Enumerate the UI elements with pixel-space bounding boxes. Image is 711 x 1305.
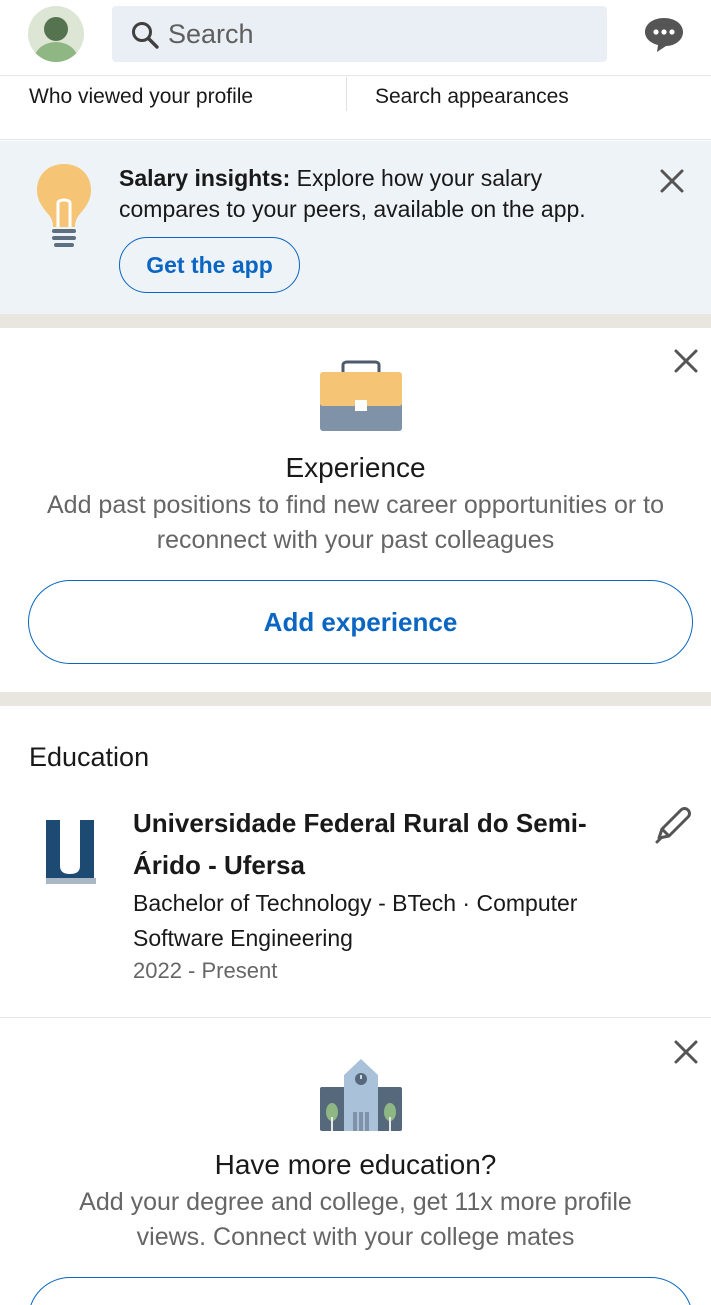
experience-description: Add past positions to find new career op… xyxy=(46,491,665,554)
close-icon[interactable] xyxy=(673,1039,699,1065)
degree-field: Bachelor of Technology - BTech · Compute… xyxy=(133,890,578,951)
add-education-button[interactable] xyxy=(28,1277,693,1305)
school-name[interactable]: Universidade Federal Rural do Semi-Árido… xyxy=(133,802,623,886)
add-experience-button[interactable]: Add experience xyxy=(28,580,693,664)
education-dates: 2022 - Present xyxy=(133,958,278,983)
education-section: Education Universidade Federal Rural do … xyxy=(0,706,711,1018)
experience-title: Experience xyxy=(285,452,426,483)
avatar-head xyxy=(44,17,68,41)
education-heading: Education xyxy=(29,742,150,772)
school-logo[interactable] xyxy=(42,818,98,886)
section-divider xyxy=(0,314,711,328)
profile-stats-row: Who viewed your profile Search appearanc… xyxy=(0,77,711,140)
section-divider xyxy=(0,692,711,706)
search-bar[interactable]: Search xyxy=(112,6,607,62)
stats-divider xyxy=(346,77,347,111)
more-education-title: Have more education? xyxy=(214,1149,497,1180)
more-education-description: Add your degree and college, get 11x mor… xyxy=(79,1188,632,1251)
close-icon[interactable] xyxy=(659,168,685,194)
search-placeholder: Search xyxy=(168,19,254,49)
briefcase-icon xyxy=(320,360,402,431)
salary-insights-text: Salary insights: Explore how your salary… xyxy=(119,163,649,225)
search-appearances-link[interactable]: Search appearances xyxy=(375,85,569,109)
pencil-icon[interactable] xyxy=(653,804,691,846)
salary-insights-title: Salary insights: xyxy=(119,165,291,191)
get-the-app-button[interactable]: Get the app xyxy=(119,237,300,293)
avatar[interactable] xyxy=(28,6,84,62)
search-icon xyxy=(132,22,159,49)
close-icon[interactable] xyxy=(673,348,699,374)
messaging-icon[interactable] xyxy=(643,16,685,54)
more-education-card: Have more education? Add your degree and… xyxy=(0,1019,711,1305)
school-building-icon xyxy=(320,1059,402,1131)
salary-insights-card: Salary insights: Explore how your salary… xyxy=(0,141,711,314)
lightbulb-icon xyxy=(37,164,91,247)
who-viewed-profile-link[interactable]: Who viewed your profile xyxy=(29,85,253,109)
top-bar: Search xyxy=(0,0,711,76)
experience-card: Experience Add past positions to find ne… xyxy=(0,328,711,692)
avatar-body xyxy=(34,42,78,62)
